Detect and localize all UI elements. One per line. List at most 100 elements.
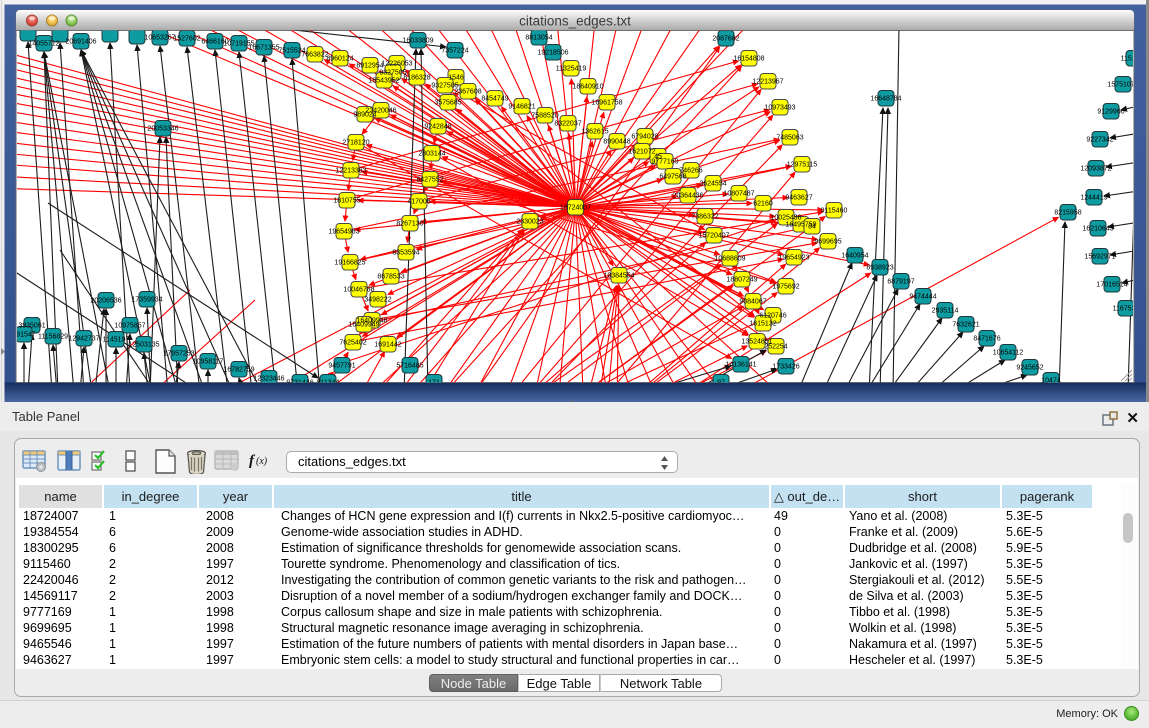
svg-text:9463627: 9463627 — [785, 195, 812, 202]
svg-text:17957253: 17957253 — [163, 351, 194, 358]
svg-text:1640954: 1640954 — [841, 253, 868, 260]
svg-text:2803144: 2803144 — [418, 151, 445, 158]
svg-text:9146821: 9146821 — [508, 104, 535, 111]
svg-text:9777169: 9777169 — [651, 159, 678, 166]
svg-text:16543952: 16543952 — [368, 78, 399, 85]
svg-text:62160: 62160 — [753, 201, 773, 208]
svg-text:3498222: 3498222 — [364, 297, 391, 304]
svg-text:16671355: 16671355 — [248, 45, 279, 52]
svg-text:10688609: 10688609 — [714, 256, 745, 263]
svg-text:16782759: 16782759 — [223, 367, 254, 374]
svg-text:f: f — [249, 453, 256, 469]
svg-text:20691406: 20691406 — [65, 39, 96, 46]
svg-text:(x): (x) — [256, 456, 268, 467]
svg-text:16033809: 16033809 — [402, 38, 433, 45]
svg-text:19384554: 19384554 — [603, 273, 634, 280]
svg-text:18724007: 18724007 — [560, 205, 591, 212]
svg-text:11156829: 11156829 — [38, 334, 68, 341]
svg-text:17359934: 17359934 — [131, 297, 162, 304]
svg-text:6120746: 6120746 — [759, 313, 786, 320]
svg-text:1810755: 1810755 — [333, 198, 360, 205]
svg-text:10025438: 10025438 — [770, 215, 801, 222]
svg-text:3935061: 3935061 — [18, 323, 45, 330]
svg-text:1733426: 1733426 — [772, 364, 799, 371]
svg-text:10975857: 10975857 — [114, 323, 145, 330]
svg-text:16210643: 16210643 — [1082, 226, 1113, 233]
svg-text:12503135: 12503135 — [128, 342, 159, 349]
svg-text:8353594: 8353594 — [392, 250, 419, 257]
svg-text:1145197: 1145197 — [103, 337, 130, 344]
svg-text:1244419: 1244419 — [1080, 195, 1107, 202]
svg-text:1527602: 1527602 — [173, 36, 200, 43]
svg-text:2935114: 2935114 — [932, 308, 959, 315]
svg-text:14136141: 14136141 — [725, 362, 756, 369]
svg-text:1621072: 1621072 — [628, 149, 655, 156]
svg-text:1615132: 1615132 — [749, 321, 776, 328]
svg-text:15692971: 15692971 — [1084, 254, 1115, 261]
svg-text:10807487: 10807487 — [723, 191, 754, 198]
svg-text:7632621: 7632621 — [952, 322, 979, 329]
svg-text:7625402: 7625402 — [339, 340, 366, 347]
svg-text:16409949: 16409949 — [348, 322, 379, 329]
svg-text:12213967: 12213967 — [752, 79, 783, 86]
svg-text:3624554: 3624554 — [699, 181, 726, 188]
svg-text:2087682: 2087682 — [712, 36, 739, 43]
svg-text:9474444: 9474444 — [909, 294, 936, 301]
svg-text:1691442: 1691442 — [374, 342, 401, 349]
svg-text:2330023: 2330023 — [516, 219, 543, 226]
svg-text:8990448: 8990448 — [603, 139, 630, 146]
svg-text:6497568: 6497568 — [659, 174, 686, 181]
svg-text:6879197: 6879197 — [887, 279, 914, 286]
svg-text:1975692: 1975692 — [772, 284, 799, 291]
svg-text:10973493: 10973493 — [764, 105, 795, 112]
svg-text:9129966: 9129966 — [1097, 109, 1124, 116]
svg-text:989024: 989024 — [353, 112, 376, 119]
svg-text:16961758: 16961758 — [591, 100, 622, 107]
svg-text:14055712: 14055712 — [28, 41, 59, 48]
svg-text:2718120: 2718120 — [342, 140, 369, 147]
svg-text:18807249: 18807249 — [726, 277, 757, 284]
svg-text:16154808: 16154808 — [733, 56, 764, 63]
svg-text:8427552: 8427552 — [416, 177, 443, 184]
svg-text:16648784: 16648784 — [870, 96, 901, 103]
svg-text:10653267: 10653267 — [144, 35, 175, 42]
svg-text:19654923: 19654923 — [778, 255, 809, 262]
svg-text:18640910: 18640910 — [572, 84, 603, 91]
svg-text:12093872: 12093872 — [1080, 166, 1111, 173]
svg-text:7357224: 7357224 — [441, 48, 468, 55]
svg-text:10046788: 10046788 — [343, 287, 374, 294]
svg-text:9457791: 9457791 — [328, 363, 355, 370]
svg-text:citations_edges.txt: citations_edges.txt — [519, 14, 631, 29]
svg-text:252254: 252254 — [764, 344, 787, 351]
svg-text:12213363: 12213363 — [335, 168, 366, 175]
svg-text:19166825: 19166825 — [334, 260, 365, 267]
svg-text:7663822: 7663822 — [301, 52, 328, 59]
svg-text:8678533: 8678533 — [377, 274, 404, 281]
svg-text:7588520: 7588520 — [531, 113, 558, 120]
svg-text:8813054: 8813054 — [525, 35, 552, 42]
svg-text:12226053: 12226053 — [381, 61, 412, 68]
svg-text:8454749: 8454749 — [481, 96, 508, 103]
svg-text:12323446: 12323446 — [253, 376, 284, 383]
svg-text:20364436: 20364436 — [672, 193, 703, 200]
svg-text:20053346: 20053346 — [147, 126, 178, 133]
svg-text:9084067: 9084067 — [739, 299, 766, 306]
svg-text:8215958: 8215958 — [1054, 210, 1081, 217]
svg-text:9242848: 9242848 — [424, 124, 451, 131]
svg-text:8186328: 8186328 — [403, 75, 430, 82]
svg-text:6794028: 6794028 — [631, 134, 658, 141]
svg-text:1362615: 1362615 — [581, 129, 608, 136]
svg-text:20206536: 20206536 — [90, 298, 121, 305]
svg-text:9699695: 9699695 — [814, 239, 841, 246]
svg-text:12975115: 12975115 — [787, 162, 818, 169]
svg-text:12942737: 12942737 — [68, 336, 99, 343]
svg-text:8267130: 8267130 — [396, 221, 423, 228]
svg-text:2367608: 2367608 — [454, 89, 481, 96]
svg-text:8471676: 8471676 — [973, 336, 1000, 343]
svg-text:8322037: 8322037 — [554, 121, 581, 128]
svg-text:7485063: 7485063 — [776, 135, 803, 142]
svg-text:8912954: 8912954 — [356, 63, 383, 70]
svg-text:10958117: 10958117 — [193, 359, 224, 366]
svg-text:19654983: 19654983 — [328, 229, 359, 236]
svg-text:3575685: 3575685 — [434, 100, 461, 107]
